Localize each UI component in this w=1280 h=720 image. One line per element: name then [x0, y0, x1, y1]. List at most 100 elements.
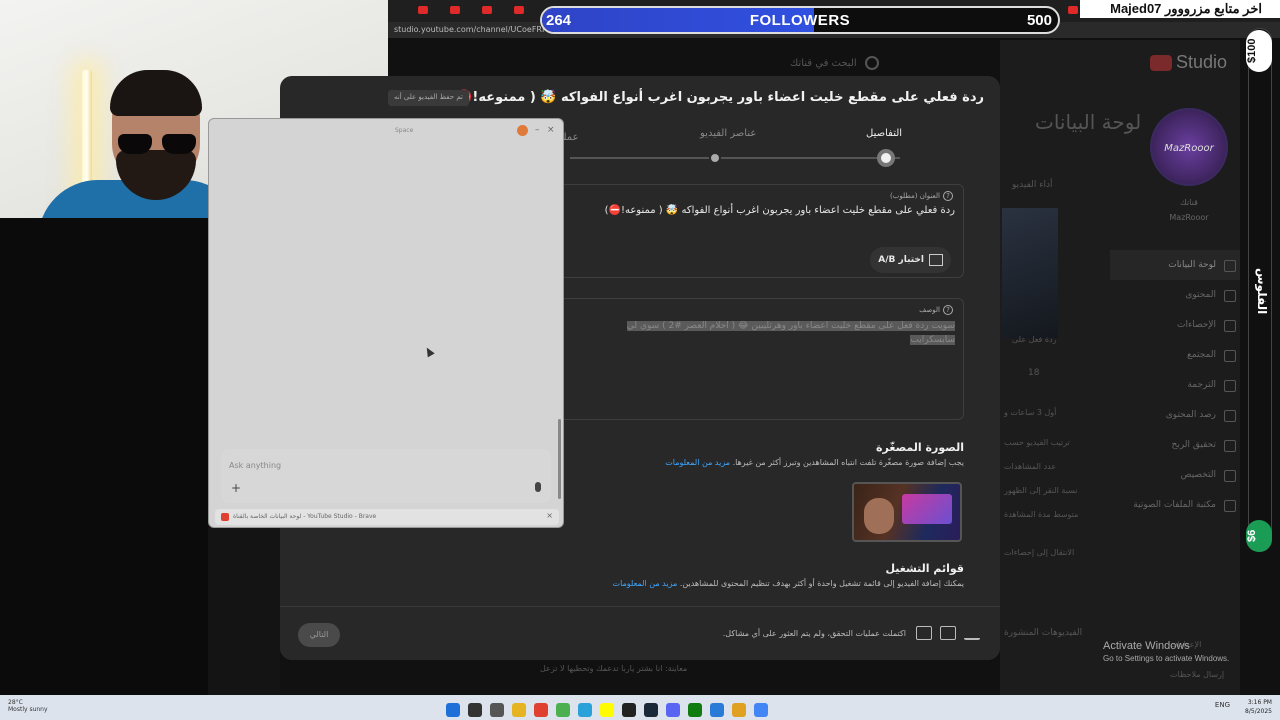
sidebar-item[interactable]: لوحة البيانات [1110, 250, 1240, 280]
checks-status: اكتملت عمليات التحقق، ولم يتم العثور على… [722, 629, 906, 638]
sunglasses [118, 134, 198, 154]
minimize-icon[interactable]: – [535, 125, 540, 135]
weather-desc: Mostly sunny [8, 706, 48, 713]
plus-icon[interactable]: + [231, 481, 241, 495]
sidebar-item[interactable]: الترجمة [1110, 370, 1240, 400]
discord-icon[interactable] [666, 702, 680, 717]
step-video-elements[interactable]: عناصر الفيديو [700, 128, 756, 139]
photos-icon[interactable] [710, 702, 724, 717]
last-follower-banner: اخر متابع مزرووور Majed07 [1080, 0, 1280, 18]
step-details[interactable]: التفاصيل [866, 128, 902, 139]
chrome-icon[interactable] [754, 702, 768, 717]
assistant-header: Space – × [209, 119, 563, 141]
muted-row: نسبة النقر إلى الظهور [1004, 486, 1078, 495]
feedback-item[interactable]: إرسال ملاحظات [1170, 670, 1224, 679]
sidebar-item[interactable]: مكتبة الملفات الصوتية [1110, 490, 1240, 520]
youtube-play-icon [1150, 55, 1172, 72]
channel-avatar[interactable]: MazRooor [1150, 108, 1228, 186]
title-field[interactable]: ?العنوان (مطلوب) ردة فعلي على مقطع خليت … [560, 184, 964, 278]
help-icon[interactable]: ? [943, 191, 953, 201]
help-icon[interactable]: ? [943, 305, 953, 315]
followers-goal: 500 [1026, 12, 1052, 29]
description-field[interactable]: ?الوصف سويت ردة فعل على مقطع خليت اعضاء … [560, 298, 964, 420]
sidebar-item[interactable]: التخصيص [1110, 460, 1240, 490]
description-field-value[interactable]: سويت ردة فعل على مقطع خليت اعضاء باور وه… [593, 319, 955, 347]
space-label: Space [395, 127, 414, 134]
ask-input[interactable]: Ask anything + [221, 449, 551, 503]
comment-preview: معاينة: انا بشتر ياربا تدعمك وتحطيها لا … [540, 664, 688, 673]
studio-search[interactable]: البحث في قناتك [790, 56, 879, 70]
sidebar-item[interactable]: المحتوى [1110, 280, 1240, 310]
muted-row: متوسط مدة المشاهدة [1004, 510, 1079, 519]
latest-video-thumbnail[interactable] [1002, 208, 1058, 338]
playlists-title: قوائم التشغيل [885, 562, 964, 575]
subtitles-icon[interactable] [916, 626, 932, 640]
sidebar-item[interactable]: الإحصاءات [1110, 310, 1240, 340]
clock-date: 8/5/2025 [1245, 708, 1272, 715]
muted-row: أول 3 ساعات و [1004, 408, 1057, 417]
left-panel-background-2 [208, 528, 280, 695]
youtube-tab-icon[interactable] [418, 6, 428, 14]
studio-logo[interactable]: Studio [1150, 52, 1227, 73]
sidebar-item[interactable]: رصد المحتوى [1110, 400, 1240, 430]
channel-label: قناتك [1180, 198, 1198, 207]
footer-icons [908, 625, 980, 644]
followers-goal-bar: 264 FOLLOWERS 500 [540, 6, 1060, 34]
sidebar-item[interactable]: المجتمع [1110, 340, 1240, 370]
upload-icon[interactable] [964, 626, 980, 640]
xbox-icon[interactable] [688, 702, 702, 717]
obs-icon[interactable] [622, 702, 636, 717]
title-field-value[interactable]: ردة فعلي على مقطع خليت اعضاء باور يجربون… [605, 205, 955, 216]
ab-test-button[interactable]: اختبار A/B [870, 247, 951, 273]
weather-widget[interactable]: 28°C Mostly sunny [8, 699, 48, 713]
close-tab-icon[interactable]: × [546, 511, 553, 520]
chrome-icon[interactable] [732, 702, 746, 717]
hd-icon[interactable] [940, 626, 956, 640]
thumbnail-learn-more-link[interactable]: مزيد من المعلومات [665, 458, 730, 467]
step-video-elements-dot[interactable] [709, 152, 721, 164]
ask-placeholder: Ask anything [229, 461, 282, 470]
donation-goal-pill: $100 [1246, 30, 1272, 72]
next-button[interactable]: التالي [298, 623, 340, 647]
followers-label: FOLLOWERS [749, 12, 851, 29]
thumbnail-title: الصورة المصغّرة [876, 441, 964, 454]
dashboard-title: لوحة البيانات [1035, 110, 1142, 134]
weather-temp: 28°C [8, 699, 23, 706]
step-details-dot[interactable] [877, 149, 895, 167]
channel-name: MazRooor [1169, 213, 1209, 222]
person-hair [110, 70, 202, 116]
taskview-icon[interactable] [490, 702, 504, 717]
dialog-footer: التالي اكتملت عمليات التحقق، ولم يتم الع… [280, 606, 1000, 660]
thumbnail-image[interactable] [852, 482, 962, 542]
studio-logo-text: Studio [1176, 52, 1228, 72]
snapchat-icon[interactable] [600, 702, 614, 717]
donation-label: الفلوس [1255, 268, 1269, 315]
youtube-tab-icon[interactable] [1068, 6, 1078, 14]
brave-icon[interactable] [534, 702, 548, 717]
youtube-tab-icon[interactable] [450, 6, 460, 14]
clock[interactable]: 3:16 PM 8/5/2025 [1245, 698, 1272, 716]
steam-icon[interactable] [644, 702, 658, 717]
mic-icon[interactable] [535, 482, 541, 492]
assistant-tab-bar[interactable]: لوحة البيانات الخاصة بالقناة - YouTube S… [215, 509, 559, 525]
close-icon[interactable]: × [547, 125, 555, 135]
published-videos-heading: الفيديوهات المنشورة [1004, 628, 1083, 638]
assistant-scrollbar[interactable] [558, 419, 561, 499]
analytics-link[interactable]: الانتقال إلى إحصاءات [1004, 548, 1074, 557]
minecraft-icon[interactable] [556, 702, 570, 717]
playlists-learn-more-link[interactable]: مزيد من المعلومات [613, 579, 678, 588]
activate-subtitle: Go to Settings to activate Windows. [1103, 654, 1230, 663]
mouse-cursor-icon [423, 345, 435, 358]
thumbnail-face [864, 498, 894, 534]
windows-icon[interactable] [446, 702, 460, 717]
muted-row: ردة فعل على [1012, 335, 1057, 344]
sidebar-item[interactable]: تحقيق الربح [1110, 430, 1240, 460]
system-tray[interactable]: ENG [1215, 701, 1230, 709]
file-explorer-icon[interactable] [512, 702, 526, 717]
youtube-tab-icon[interactable] [482, 6, 492, 14]
assistant-avatar-icon[interactable] [517, 125, 528, 136]
telegram-icon[interactable] [578, 702, 592, 717]
search-icon[interactable] [468, 702, 482, 717]
upload-stepper: التفاصيل عناصر الفيديو عمليات [548, 128, 910, 168]
youtube-tab-icon[interactable] [514, 6, 524, 14]
